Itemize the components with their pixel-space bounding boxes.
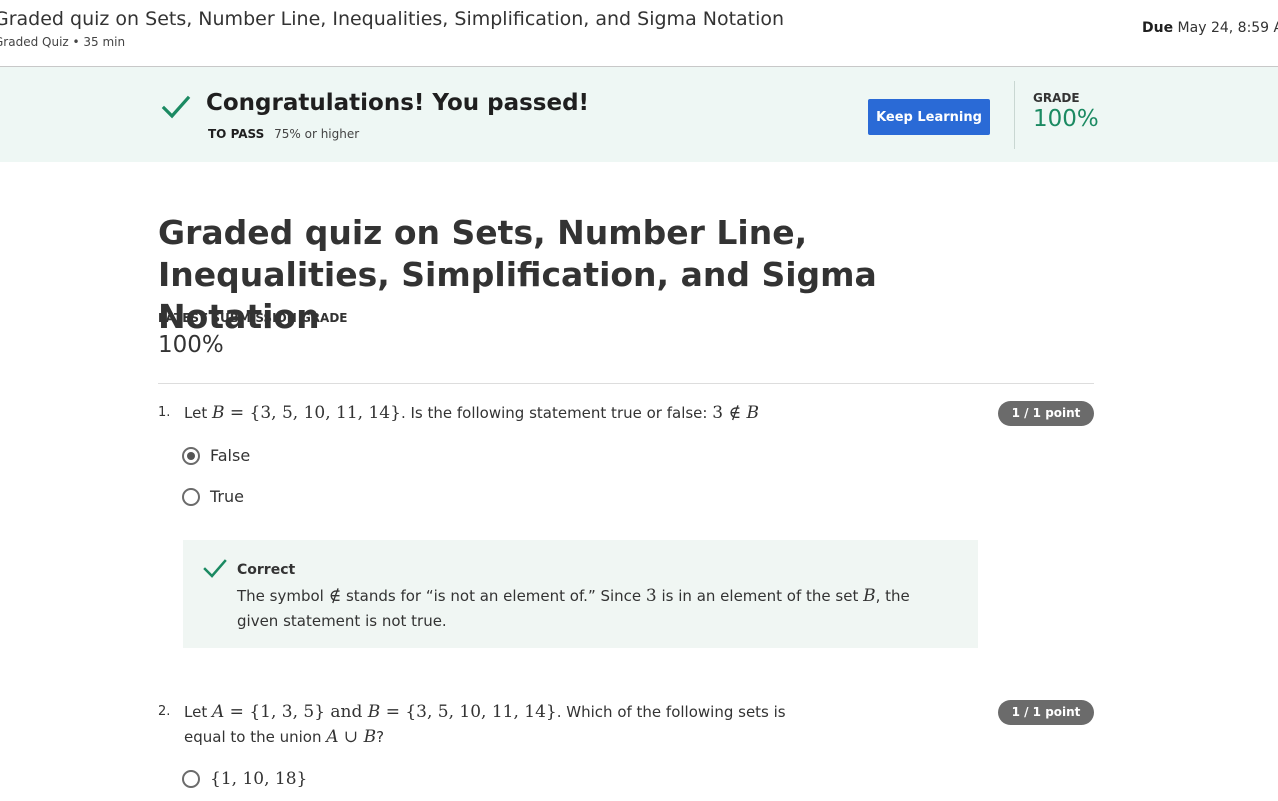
quiz-header-title: Graded quiz on Sets, Number Line, Inequa… [0, 8, 785, 30]
question-number: 1. [158, 405, 171, 420]
latest-grade-label: LATEST SUBMISSION GRADE [158, 311, 348, 325]
check-icon [161, 95, 191, 119]
to-pass-requirement: TO PASS 75% or higher [208, 127, 359, 141]
due-date: Due May 24, 8:59 AM [1142, 20, 1278, 36]
question-text-part: . Is the following statement true or fal… [400, 404, 713, 422]
math-variable: B [363, 727, 377, 747]
question-text-part: Let [184, 404, 212, 422]
feedback-title: Correct [237, 562, 296, 578]
latest-grade-value: 100% [158, 332, 224, 358]
math-variable: B [367, 702, 381, 722]
radio-icon[interactable] [182, 446, 200, 465]
feedback-explanation: The symbol ∉ stands for “is not an eleme… [237, 584, 952, 634]
due-label: Due [1142, 20, 1174, 36]
answer-option-true[interactable]: True [182, 487, 244, 506]
question-number: 2. [158, 704, 171, 719]
math-expression: 3 ∉ [712, 403, 747, 423]
math-expression: = {3, 5, 10, 11, 14} [380, 702, 557, 722]
math-variable: A [211, 702, 225, 722]
math-expression: = {3, 5, 10, 11, 14} [224, 403, 401, 423]
pass-message: Congratulations! You passed! [206, 90, 590, 116]
check-icon [203, 559, 227, 578]
answer-option-false[interactable]: False [182, 446, 250, 465]
math-variable: B [746, 403, 759, 423]
banner-divider [1014, 81, 1015, 149]
question-text: Let A = {1, 3, 5} and B = {3, 5, 10, 11,… [184, 700, 809, 750]
math-variable: B [863, 586, 876, 606]
grade-value: 100% [1033, 106, 1099, 132]
feedback-text-part: stands for “is not an element of.” Since [341, 587, 646, 605]
feedback-panel: Correct The symbol ∉ stands for “is not … [183, 540, 978, 648]
points-badge: 1 / 1 point [998, 700, 1094, 725]
feedback-text-part: The symbol [237, 587, 329, 605]
quiz-header-subtitle: Graded Quiz • 35 min [0, 35, 126, 49]
radio-icon[interactable] [182, 487, 200, 506]
question-text: Let B = {3, 5, 10, 11, 14}. Is the follo… [184, 401, 984, 426]
radio-icon[interactable] [182, 770, 200, 788]
math-expression: ∪ [338, 727, 364, 747]
to-pass-label: TO PASS [208, 127, 265, 141]
keep-learning-button[interactable]: Keep Learning [868, 99, 990, 135]
question-text-part: ? [376, 728, 385, 746]
points-badge: 1 / 1 point [998, 401, 1094, 426]
feedback-text-part: is in an element of the set [656, 587, 864, 605]
due-value: May 24, 8:59 AM [1177, 20, 1278, 36]
to-pass-value: 75% or higher [274, 127, 360, 141]
answer-option[interactable]: {1, 10, 18} [182, 769, 307, 789]
option-label: False [210, 446, 251, 465]
math-variable: A [326, 727, 339, 747]
option-label: {1, 10, 18} [210, 769, 308, 789]
math-expression: ∉ [328, 586, 342, 606]
divider [158, 383, 1094, 384]
math-expression: = {1, 3, 5} and [224, 702, 368, 722]
option-label: True [210, 487, 244, 506]
question-text-part: Let [184, 703, 212, 721]
grade-label: GRADE [1033, 91, 1080, 105]
math-variable: B [211, 403, 225, 423]
top-header: Graded quiz on Sets, Number Line, Inequa… [0, 0, 1278, 67]
math-expression: 3 [645, 586, 657, 606]
